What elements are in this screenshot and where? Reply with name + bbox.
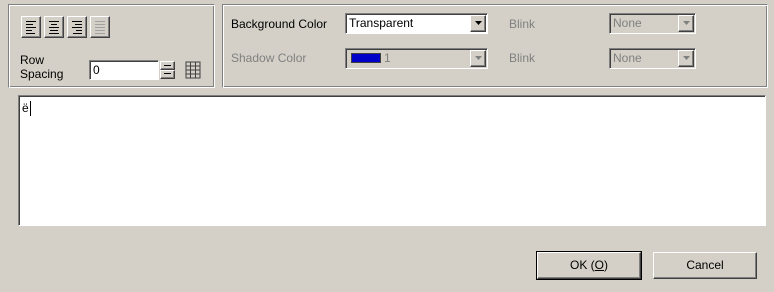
- background-color-value: Transparent: [349, 16, 414, 30]
- align-right-icon: [72, 21, 82, 34]
- background-color-dropdown-button[interactable]: [470, 15, 486, 32]
- shadow-color-swatch: [351, 53, 381, 63]
- ok-label-suffix: ): [604, 258, 608, 272]
- ok-button[interactable]: OK (O): [537, 252, 641, 279]
- blink-dropdown-button-1[interactable]: [678, 15, 694, 32]
- text-editor[interactable]: ë: [18, 95, 766, 226]
- blink-value-2: None: [613, 51, 642, 65]
- text-cursor: [30, 101, 31, 116]
- row-spacing-label-2: Spacing: [20, 67, 64, 81]
- editor-text: ë: [22, 101, 29, 115]
- align-justify-icon: [95, 21, 105, 34]
- blink-dropdown-button-2[interactable]: [678, 50, 694, 67]
- shadow-color-value: 1: [384, 51, 391, 65]
- ok-label-prefix: OK (: [569, 258, 595, 272]
- grid-icon[interactable]: [185, 61, 201, 79]
- row-spacing-stepper-down[interactable]: [160, 70, 175, 79]
- blink-select-1[interactable]: None: [609, 13, 696, 34]
- blink-label-1: Blink: [509, 17, 536, 31]
- row-spacing-input[interactable]: 0: [89, 60, 159, 80]
- shadow-color-select[interactable]: 1: [345, 48, 488, 69]
- background-color-select[interactable]: Transparent: [345, 13, 488, 34]
- chevron-down-icon: [474, 56, 482, 60]
- blink-select-2[interactable]: None: [609, 48, 696, 69]
- align-right-button[interactable]: [67, 16, 87, 38]
- align-left-button[interactable]: [21, 16, 41, 38]
- cancel-button[interactable]: Cancel: [653, 252, 757, 279]
- stepper-down-icon: [164, 73, 171, 74]
- blink-value-1: None: [613, 16, 642, 30]
- shadow-color-dropdown-button[interactable]: [470, 50, 486, 67]
- align-center-button[interactable]: [44, 16, 64, 38]
- shadow-color-label: Shadow Color: [231, 51, 307, 65]
- row-spacing-value: 0: [93, 63, 100, 77]
- background-color-label: Background Color: [231, 17, 328, 31]
- stepper-up-icon: [164, 65, 171, 66]
- align-left-icon: [26, 21, 36, 34]
- cancel-label: Cancel: [686, 258, 724, 272]
- ok-label-key: O: [594, 258, 604, 272]
- chevron-down-icon: [682, 56, 690, 60]
- chevron-down-icon: [682, 21, 690, 25]
- align-center-icon: [49, 21, 59, 34]
- chevron-down-icon: [474, 21, 482, 25]
- row-spacing-stepper-up[interactable]: [160, 61, 175, 70]
- row-spacing-label-1: Row: [20, 53, 45, 67]
- blink-label-2: Blink: [509, 51, 536, 65]
- align-justify-button[interactable]: [90, 16, 110, 38]
